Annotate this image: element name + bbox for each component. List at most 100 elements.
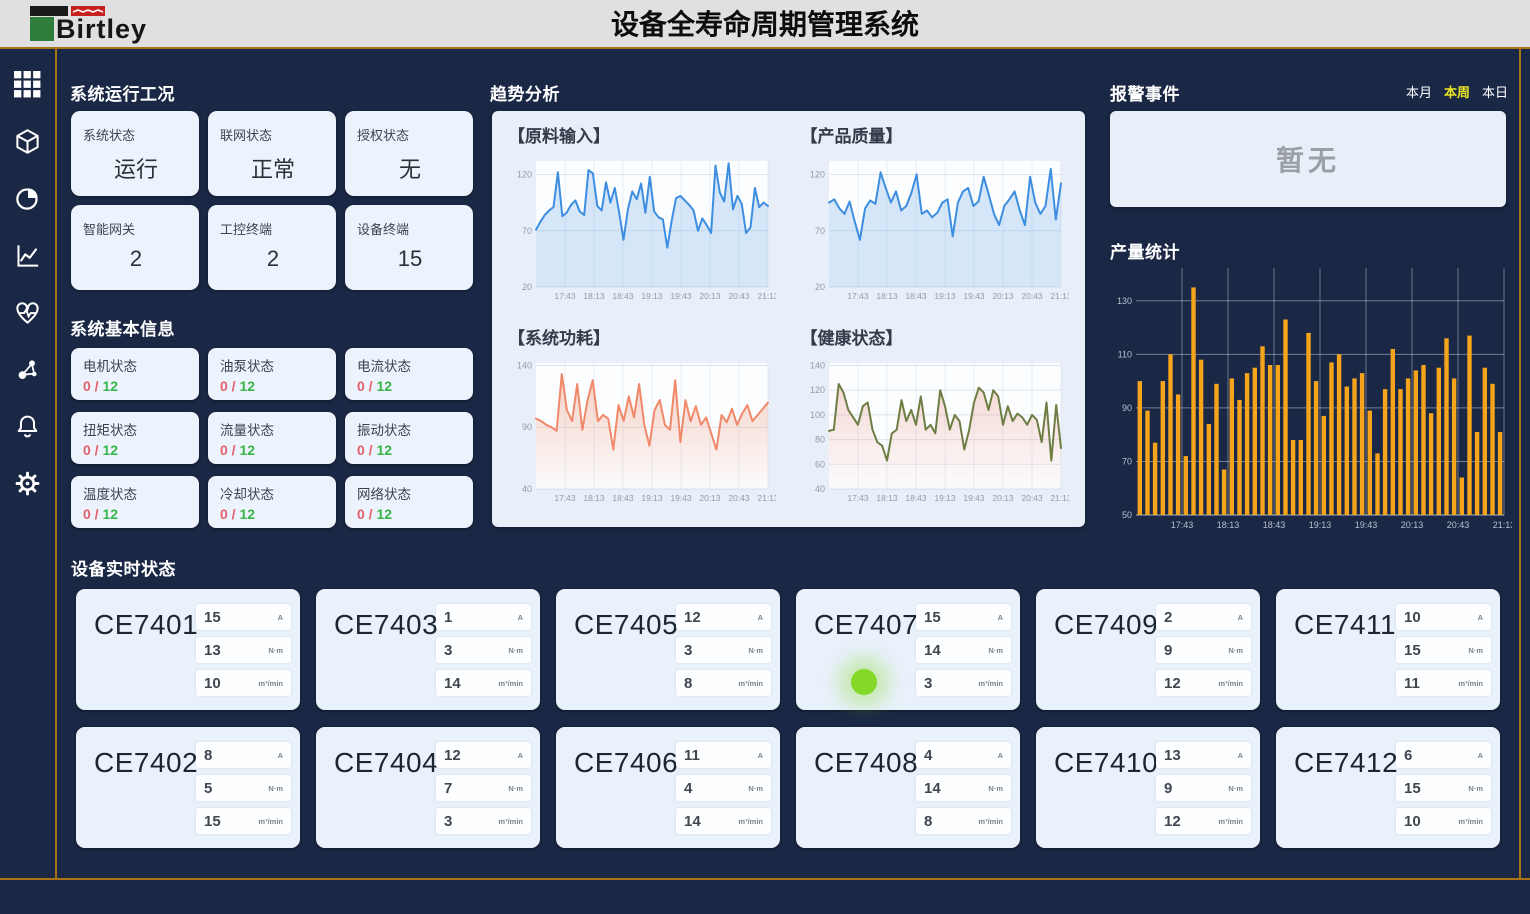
device-name: CE7412 bbox=[1294, 747, 1398, 779]
alarm-tab[interactable]: 本周 bbox=[1444, 82, 1470, 101]
raw-input-chart: 207012017:4318:1318:4319:1319:4320:1320:… bbox=[508, 153, 776, 305]
total-count: 12 bbox=[239, 378, 255, 394]
info-card: 油泵状态 0 / 12 bbox=[208, 348, 336, 400]
device-metric-unit: N·m bbox=[748, 784, 763, 793]
basic-info-title: 系统基本信息 bbox=[70, 315, 175, 340]
device-metric-unit: m³/min bbox=[978, 817, 1003, 826]
sidebar-item-cube[interactable] bbox=[14, 128, 41, 155]
device-metrics: 6 A 15 N·m 10 m³/min bbox=[1396, 742, 1491, 834]
alarm-count: 0 / bbox=[220, 506, 239, 522]
device-metric-row: 14 N·m bbox=[916, 775, 1011, 801]
device-metric-unit: N·m bbox=[508, 784, 523, 793]
device-metrics: 4 A 14 N·m 8 m³/min bbox=[916, 742, 1011, 834]
device-card-CE7403[interactable]: CE7403 1 A 3 N·m 14 m³/min bbox=[316, 589, 540, 710]
svg-text:20:43: 20:43 bbox=[728, 493, 750, 503]
device-metric-value: 15 bbox=[924, 609, 941, 626]
device-metric-unit: N·m bbox=[1468, 784, 1483, 793]
svg-text:120: 120 bbox=[809, 170, 824, 180]
svg-text:20: 20 bbox=[522, 282, 532, 292]
device-metric-row: 15 N·m bbox=[1396, 637, 1491, 663]
svg-text:120: 120 bbox=[517, 170, 532, 180]
device-metric-value: 12 bbox=[684, 609, 701, 626]
device-metric-value: 12 bbox=[1164, 813, 1181, 830]
device-card-CE7402[interactable]: CE7402 8 A 5 N·m 15 m³/min bbox=[76, 727, 300, 848]
device-metric-unit: A bbox=[758, 751, 763, 760]
info-card-counts: 0 / 12 bbox=[357, 506, 463, 522]
device-metric-unit: A bbox=[518, 751, 523, 760]
device-metric-row: 3 m³/min bbox=[916, 670, 1011, 696]
device-metric-unit: A bbox=[278, 613, 283, 622]
info-card-counts: 0 / 12 bbox=[220, 506, 326, 522]
device-metric-value: 3 bbox=[924, 675, 932, 692]
device-metric-unit: N·m bbox=[1228, 646, 1243, 655]
device-metrics: 2 A 9 N·m 12 m³/min bbox=[1156, 604, 1251, 696]
device-metric-row: 11 A bbox=[676, 742, 771, 768]
device-metric-value: 15 bbox=[204, 813, 221, 830]
svg-text:17:43: 17:43 bbox=[554, 291, 576, 301]
sidebar-item-pie-chart[interactable] bbox=[14, 185, 41, 212]
svg-text:18:43: 18:43 bbox=[1263, 520, 1286, 530]
raw-input-chart-block: 【原料输入】207012017:4318:1318:4319:1319:4320… bbox=[508, 125, 777, 317]
device-metric-value: 12 bbox=[444, 747, 461, 764]
device-card-CE7412[interactable]: CE7412 6 A 15 N·m 10 m³/min bbox=[1276, 727, 1500, 848]
device-metrics: 12 A 7 N·m 3 m³/min bbox=[436, 742, 531, 834]
status-card: 智能网关 2 bbox=[71, 205, 199, 290]
device-name: CE7406 bbox=[574, 747, 678, 779]
device-card-CE7410[interactable]: CE7410 13 A 9 N·m 12 m³/min bbox=[1036, 727, 1260, 848]
device-name: CE7402 bbox=[94, 747, 198, 779]
app-root: Birtley 设备全寿命周期管理系统 系统运行工况 系统状态 运行联网状态 正… bbox=[0, 0, 1530, 914]
production-bar-chart: 50709011013017:4318:1318:4319:1319:4320:… bbox=[1110, 262, 1512, 535]
device-metric-unit: A bbox=[1478, 751, 1483, 760]
svg-text:18:13: 18:13 bbox=[876, 493, 898, 503]
info-card-label: 网络状态 bbox=[357, 483, 463, 503]
info-card-counts: 0 / 12 bbox=[220, 442, 326, 458]
info-card: 扭矩状态 0 / 12 bbox=[71, 412, 199, 464]
status-card: 联网状态 正常 bbox=[208, 111, 336, 196]
system-status-cards: 系统状态 运行联网状态 正常授权状态 无智能网关 2工控终端 2设备终端 15 bbox=[71, 111, 473, 290]
device-metric-unit: N·m bbox=[268, 784, 283, 793]
svg-text:40: 40 bbox=[814, 484, 824, 494]
sidebar-item-apps-grid[interactable] bbox=[14, 71, 41, 98]
status-card: 授权状态 无 bbox=[345, 111, 473, 196]
sidebar-item-molecule[interactable] bbox=[14, 356, 41, 383]
device-metric-value: 14 bbox=[924, 780, 941, 797]
info-card: 电流状态 0 / 12 bbox=[345, 348, 473, 400]
gear-icon bbox=[14, 470, 41, 497]
svg-text:90: 90 bbox=[1122, 403, 1132, 413]
sidebar-item-health-heart[interactable] bbox=[14, 299, 41, 326]
svg-text:20:13: 20:13 bbox=[699, 291, 721, 301]
device-name: CE7408 bbox=[814, 747, 918, 779]
alarm-tab[interactable]: 本日 bbox=[1482, 82, 1508, 101]
device-metric-unit: m³/min bbox=[1218, 817, 1243, 826]
svg-text:17:43: 17:43 bbox=[847, 291, 869, 301]
device-name: CE7401 bbox=[94, 609, 198, 641]
device-card-CE7404[interactable]: CE7404 12 A 7 N·m 3 m³/min bbox=[316, 727, 540, 848]
svg-text:20:43: 20:43 bbox=[1447, 520, 1470, 530]
device-card-CE7405[interactable]: CE7405 12 A 3 N·m 8 m³/min bbox=[556, 589, 780, 710]
device-card-CE7406[interactable]: CE7406 11 A 4 N·m 14 m³/min bbox=[556, 727, 780, 848]
content-area: 系统运行工况 系统状态 运行联网状态 正常授权状态 无智能网关 2工控终端 2设… bbox=[57, 49, 1521, 878]
alarm-tab[interactable]: 本月 bbox=[1406, 82, 1432, 101]
device-card-CE7411[interactable]: CE7411 10 A 15 N·m 11 m³/min bbox=[1276, 589, 1500, 710]
sidebar-item-line-chart[interactable] bbox=[14, 242, 41, 269]
basic-info-cards: 电机状态 0 / 12 油泵状态 0 / 12 电流状态 0 / 12 扭矩 bbox=[71, 348, 473, 528]
svg-text:17:43: 17:43 bbox=[847, 493, 869, 503]
device-name: CE7403 bbox=[334, 609, 438, 641]
alarm-period-tabs: 本月本周本日 bbox=[1406, 82, 1508, 101]
sidebar-item-gear[interactable] bbox=[14, 470, 41, 497]
device-card-CE7408[interactable]: CE7408 4 A 14 N·m 8 m³/min bbox=[796, 727, 1020, 848]
device-card-CE7409[interactable]: CE7409 2 A 9 N·m 12 m³/min bbox=[1036, 589, 1260, 710]
svg-text:120: 120 bbox=[809, 385, 824, 395]
svg-text:19:13: 19:13 bbox=[641, 493, 663, 503]
device-card-CE7401[interactable]: CE7401 15 A 13 N·m 10 m³/min bbox=[76, 589, 300, 710]
alarm-count: 0 / bbox=[357, 378, 376, 394]
device-metric-row: 8 m³/min bbox=[916, 808, 1011, 834]
svg-text:70: 70 bbox=[1122, 456, 1132, 466]
device-metric-row: 12 A bbox=[676, 604, 771, 630]
device-card-CE7407[interactable]: CE7407 15 A 14 N·m 3 m³/min bbox=[796, 589, 1020, 710]
device-metric-row: 9 N·m bbox=[1156, 775, 1251, 801]
info-card-counts: 0 / 12 bbox=[357, 378, 463, 394]
device-metric-value: 11 bbox=[1404, 675, 1420, 692]
sidebar-item-bell[interactable] bbox=[14, 413, 41, 440]
device-metric-unit: m³/min bbox=[498, 679, 523, 688]
